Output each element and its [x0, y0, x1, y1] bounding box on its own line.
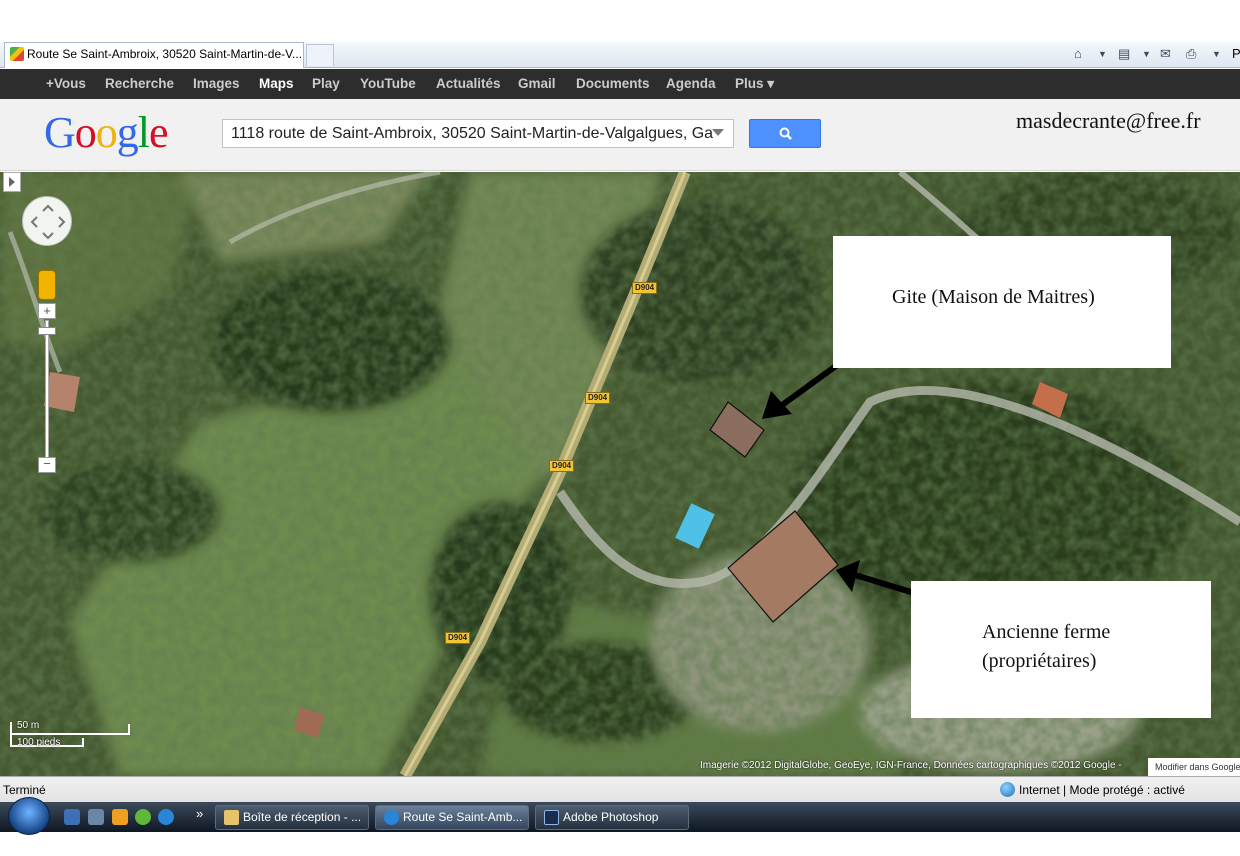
callout-ferme-text: Ancienne ferme (propriétaires) — [982, 621, 1111, 672]
print-icon[interactable]: ⎙ — [1186, 44, 1196, 64]
pan-control[interactable] — [22, 196, 72, 246]
callout-ancienne-ferme: Ancienne ferme (propriétaires) — [911, 581, 1211, 718]
callout-gite: Gite (Maison de Maitres) — [833, 236, 1171, 368]
switch-windows-icon[interactable] — [88, 809, 104, 825]
modify-in-google-link[interactable]: Modifier dans Google — [1148, 758, 1240, 776]
gbar-images[interactable]: Images — [193, 69, 240, 99]
media-player-icon[interactable] — [112, 809, 128, 825]
scale-metric: 50 m — [17, 720, 40, 731]
start-button-icon[interactable] — [8, 797, 50, 835]
gbar-actualites[interactable]: Actualités — [436, 69, 501, 99]
road-label-d904: D904 — [549, 460, 575, 472]
road-label-d904: D904 — [445, 632, 471, 644]
internet-explorer-icon[interactable] — [158, 809, 174, 825]
street-view-pegman-icon[interactable] — [38, 270, 56, 300]
browser-tab-strip: Route Se Saint-Ambroix, 30520 Saint-Mart… — [0, 42, 1240, 68]
map-copyright: Imagerie ©2012 DigitalGlobe, GeoEye, IGN… — [700, 760, 1122, 771]
gbar-plus[interactable]: Plus ▾ — [735, 69, 774, 99]
google-maps-favicon-icon — [10, 47, 24, 61]
search-button[interactable] — [749, 119, 821, 148]
pan-arrows-icon — [30, 204, 66, 240]
browser-tab[interactable]: Route Se Saint-Ambroix, 30520 Saint-Mart… — [4, 42, 304, 68]
zoom-out-button[interactable]: − — [38, 457, 56, 473]
quicklaunch-overflow-icon[interactable]: » — [196, 806, 203, 821]
search-dropdown-icon[interactable] — [712, 129, 724, 136]
google-logo[interactable]: Google — [44, 107, 169, 158]
search-input[interactable]: 1118 route de Saint-Ambroix, 30520 Saint… — [222, 119, 734, 148]
gbar-vous[interactable]: +Vous — [46, 69, 86, 99]
gbar-youtube[interactable]: YouTube — [360, 69, 416, 99]
taskbar-item-browser[interactable]: Route Se Saint-Amb... — [375, 805, 529, 830]
gbar-recherche[interactable]: Recherche — [105, 69, 174, 99]
maps-header: Google 1118 route de Saint-Ambroix, 3052… — [0, 99, 1240, 171]
windows-taskbar: » Boîte de réception - ... Route Se Sain… — [0, 797, 1240, 835]
status-bar: Terminé Internet | Mode protégé : activé — [0, 776, 1240, 802]
side-panel-toggle-button[interactable] — [3, 172, 21, 192]
internet-zone-globe-icon — [1000, 782, 1015, 797]
gbar-documents[interactable]: Documents — [576, 69, 650, 99]
new-tab-button[interactable] — [306, 44, 334, 66]
road-label-d904: D904 — [632, 282, 658, 294]
home-icon[interactable]: ⌂ — [1074, 44, 1082, 64]
home-dropdown-icon[interactable]: ▼ — [1098, 44, 1107, 64]
rss-feed-icon[interactable]: ▤ — [1118, 44, 1130, 64]
account-email[interactable]: masdecrante@free.fr — [1016, 108, 1201, 134]
zoom-slider-handle[interactable] — [38, 327, 56, 335]
security-zone-text[interactable]: Internet | Mode protégé : activé — [1019, 783, 1185, 797]
mail-app-icon — [224, 810, 239, 825]
scale-imperial: 100 pieds — [17, 737, 61, 748]
gbar-gmail[interactable]: Gmail — [518, 69, 556, 99]
photoshop-icon — [544, 810, 559, 825]
gbar-maps[interactable]: Maps — [259, 69, 294, 99]
status-text: Terminé — [3, 783, 46, 797]
gbar-play[interactable]: Play — [312, 69, 340, 99]
zoom-slider-track[interactable] — [45, 320, 49, 460]
internet-explorer-icon — [384, 810, 399, 825]
callout-gite-text: Gite (Maison de Maitres) — [892, 286, 1095, 308]
zoom-in-button[interactable]: + — [38, 303, 56, 319]
google-bar: +Vous Recherche Images Maps Play YouTube… — [0, 69, 1240, 99]
print-dropdown-icon[interactable]: ▼ — [1212, 44, 1221, 64]
mail-icon[interactable]: ✉ — [1160, 44, 1171, 64]
taskbar-item-photoshop[interactable]: Adobe Photoshop — [535, 805, 689, 830]
tab-title: Route Se Saint-Ambroix, 30520 Saint-Mart… — [27, 47, 303, 61]
messenger-icon[interactable] — [135, 809, 151, 825]
search-icon — [779, 127, 792, 140]
chevron-right-icon — [9, 177, 15, 187]
feed-dropdown-icon[interactable]: ▼ — [1142, 44, 1151, 64]
taskbar-item-mail[interactable]: Boîte de réception - ... — [215, 805, 369, 830]
satellite-map[interactable]: D904 D904 D904 D904 Gite (Maison de Mait… — [0, 172, 1240, 776]
page-menu-button[interactable]: P — [1232, 44, 1240, 64]
road-label-d904: D904 — [585, 392, 611, 404]
gbar-agenda[interactable]: Agenda — [666, 69, 716, 99]
show-desktop-icon[interactable] — [64, 809, 80, 825]
